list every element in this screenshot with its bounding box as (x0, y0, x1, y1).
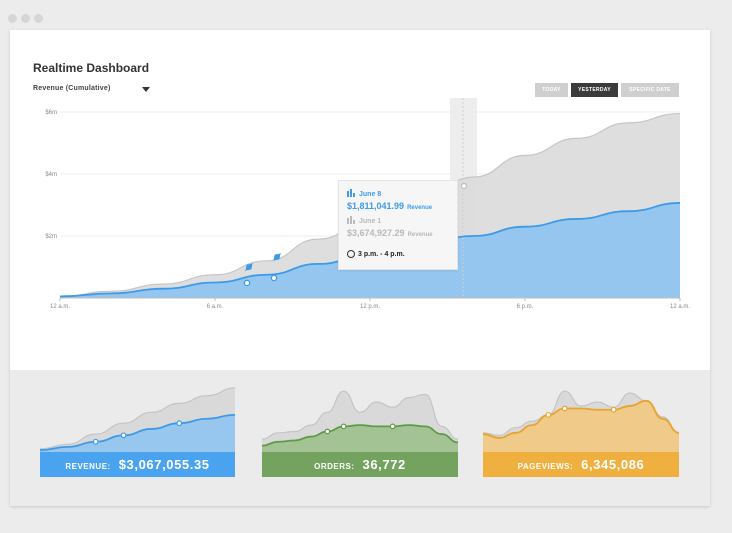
y-tick-label: $6m (45, 110, 57, 116)
clock-icon (347, 250, 355, 258)
x-tick-label: 12 p.m. (360, 304, 380, 310)
chart-tooltip: June 8 $1,811,041.99 Revenue June 1 $3,67… (338, 180, 458, 270)
bar-chart-icon (347, 189, 355, 197)
tooltip-compare-value: $3,674,927.29 Revenue (347, 228, 433, 238)
bar-chart-icon (347, 216, 355, 224)
metric-cards-panel (10, 370, 710, 506)
revenue-card-footer[interactable]: REVENUE: $3,067,055.35 (40, 452, 235, 477)
x-tick-label: 12 a.m. (670, 304, 690, 310)
tooltip-time-range: 3 p.m. - 4 p.m. (347, 250, 405, 258)
revenue-marker (270, 274, 278, 282)
x-tick-label: 6 a.m. (207, 304, 224, 310)
y-tick-label: $4m (45, 172, 57, 178)
pageviews-card-footer[interactable]: PAGEVIEWS: 6,345,086 (483, 452, 679, 477)
x-tick-label: 6 p.m. (517, 304, 534, 310)
y-tick-label: $2m (45, 234, 57, 240)
revenue-marker (243, 279, 251, 287)
x-tick-label: 12 a.m. (50, 304, 70, 310)
tooltip-compare-date: June 1 (347, 216, 381, 225)
orders-card-footer[interactable]: ORDERS: 36,772 (262, 452, 458, 477)
tooltip-current-date: June 8 (347, 189, 381, 198)
arrow-icon (272, 252, 282, 262)
compare-marker (460, 182, 468, 190)
arrow-icon (244, 262, 254, 272)
tooltip-current-value: $1,811,041.99 Revenue (347, 201, 433, 211)
